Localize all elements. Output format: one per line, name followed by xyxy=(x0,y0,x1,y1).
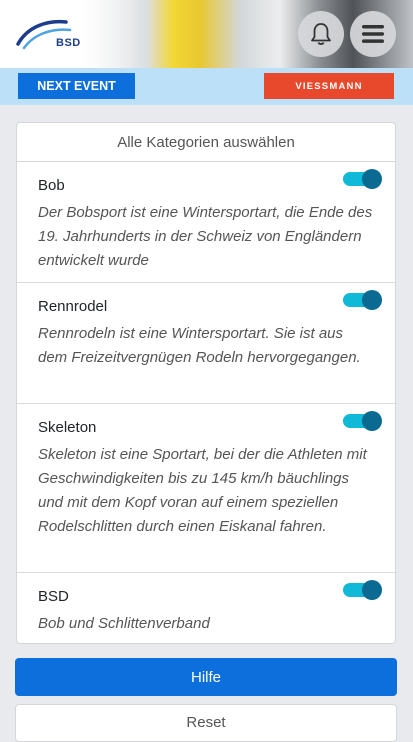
toggle-knob xyxy=(362,169,382,189)
app-header: BSD xyxy=(0,0,413,68)
category-item-skeleton: Skeleton Skeleton ist eine Sportart, bei… xyxy=(17,404,395,573)
category-toggle-bob[interactable] xyxy=(343,169,382,189)
viessmann-sponsor-logo[interactable]: VIESSMANN xyxy=(264,73,394,99)
category-description: Der Bobsport ist eine Wintersportart, di… xyxy=(38,204,373,269)
category-toggle-bsd[interactable] xyxy=(343,580,382,600)
sponsor-bar: NEXT EVENT VIESSMANN xyxy=(0,68,413,105)
category-description: Bob und Schlittenverband xyxy=(38,615,210,632)
category-item-bob: Bob Der Bobsport ist eine Wintersportart… xyxy=(17,162,395,283)
reset-button[interactable]: Reset xyxy=(15,704,397,742)
help-button[interactable]: Hilfe xyxy=(15,658,397,696)
next-event-button[interactable]: NEXT EVENT xyxy=(18,73,135,99)
category-title: BSD xyxy=(38,588,69,605)
category-toggle-rennrodel[interactable] xyxy=(343,290,382,310)
category-title: Skeleton xyxy=(38,419,97,436)
logo-text: BSD xyxy=(56,37,81,49)
hamburger-menu-icon xyxy=(362,25,384,43)
category-item-rennrodel: Rennrodel Rennrodeln ist eine Winterspor… xyxy=(17,283,395,404)
bell-icon xyxy=(311,23,331,45)
toggle-knob xyxy=(362,580,382,600)
select-all-categories-button[interactable]: Alle Kategorien auswählen xyxy=(17,123,395,162)
toggle-knob xyxy=(362,290,382,310)
category-filter-card: Alle Kategorien auswählen Bob Der Bobspo… xyxy=(16,122,396,644)
category-description: Skeleton ist eine Sportart, bei der die … xyxy=(38,446,367,535)
notifications-button[interactable] xyxy=(298,11,344,57)
category-description: Rennrodeln ist eine Wintersportart. Sie … xyxy=(38,325,361,366)
toggle-knob xyxy=(362,411,382,431)
menu-button[interactable] xyxy=(350,11,396,57)
category-title: Rennrodel xyxy=(38,298,108,315)
category-item-bsd: BSD Bob und Schlittenverband xyxy=(17,573,395,643)
category-title: Bob xyxy=(38,177,65,194)
category-toggle-skeleton[interactable] xyxy=(343,411,382,431)
